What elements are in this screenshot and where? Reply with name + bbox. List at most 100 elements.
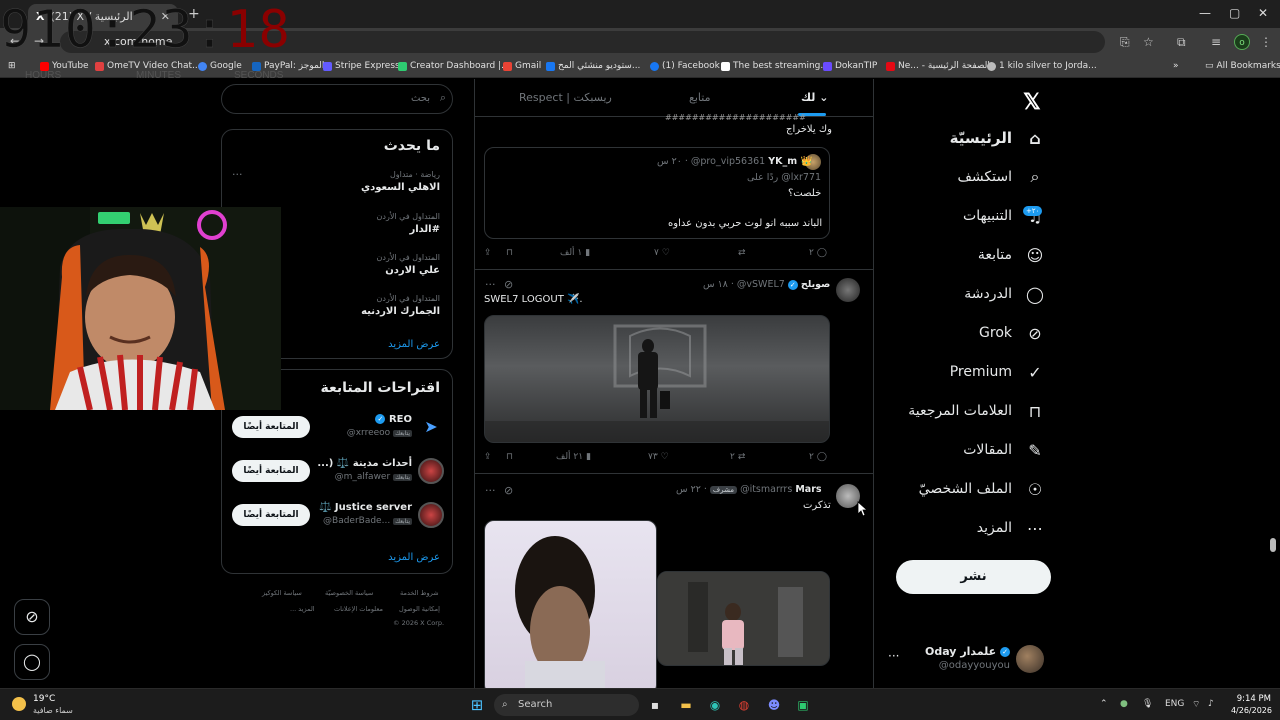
weather-description[interactable]: سماء صافية — [33, 706, 73, 715]
bookmark-studio[interactable]: ستوديو منشئي المح... — [546, 61, 640, 71]
close-window-icon[interactable]: ✕ — [1258, 6, 1268, 20]
bookmark-facebook[interactable]: (1) Facebook — [650, 61, 720, 71]
retweet-button[interactable]: ⇄ — [738, 248, 746, 258]
bookmark-gmail[interactable]: Gmail — [503, 61, 541, 71]
account-more-icon[interactable]: ··· — [888, 649, 899, 663]
follow-back-button[interactable]: المتابعة أيضًا — [232, 416, 310, 438]
discord-icon[interactable]: ☻ — [763, 694, 785, 716]
nav-home[interactable]: ⌂ الرئيسيّة — [950, 123, 1044, 153]
nav-grok[interactable]: ⊘ Grok — [979, 318, 1044, 348]
app-icon[interactable]: ▣ — [792, 694, 814, 716]
tweet2-avatar[interactable] — [836, 278, 860, 302]
grok-icon[interactable]: ⊘ — [504, 484, 513, 497]
footer-link[interactable]: معلومات الإعلانات — [334, 605, 383, 613]
task-view-icon[interactable]: ▪ — [644, 694, 666, 716]
footer-link[interactable]: شروط الخدمة — [400, 589, 439, 597]
maximize-icon[interactable]: ▢ — [1229, 6, 1240, 20]
bookmark-streaming[interactable]: The best streaming... — [721, 61, 829, 71]
tray-app-icon[interactable]: ● — [1120, 699, 1128, 709]
like-button[interactable]: ٧ ♡ — [654, 248, 670, 258]
nav-profile[interactable]: ☉ الملف الشخصيّ — [919, 474, 1044, 504]
minimize-icon[interactable]: — — [1199, 6, 1211, 20]
tweet3-more-icon[interactable]: ··· — [485, 484, 496, 497]
edge-icon[interactable]: ◉ — [704, 694, 726, 716]
wifi-icon[interactable]: ⌔ — [1192, 699, 1200, 710]
install-app-icon[interactable]: ⎘ — [1120, 35, 1130, 50]
suggestion-row[interactable]: أحداث مدينة ⚖️ (... @m_alfawer يتابعك ال… — [222, 454, 454, 494]
tweet3-image-left[interactable] — [484, 520, 657, 688]
language-indicator[interactable]: ENG — [1165, 699, 1184, 709]
trend-item[interactable]: الاهلي السعودي — [361, 182, 440, 193]
nav-follow[interactable]: ☺ متابعة — [978, 240, 1044, 270]
follow-back-button[interactable]: المتابعة أيضًا — [232, 504, 310, 526]
volume-icon[interactable]: ♪ — [1208, 699, 1214, 709]
search-input[interactable]: ⌕ بحث — [221, 84, 453, 114]
share-button[interactable]: ⇪ — [484, 452, 492, 462]
footer-link[interactable]: سياسة الخصوصيّة — [325, 589, 373, 597]
bookmark-netflix[interactable]: Ne... - الصفحة الرئيسية — [886, 61, 990, 71]
bookmark-button[interactable]: ⊓ — [506, 248, 513, 258]
bookmark-button[interactable]: ⊓ — [506, 452, 513, 462]
chat-float-button[interactable]: ◯ — [14, 644, 50, 680]
tab-respect[interactable]: Respect | ريسبكت — [519, 91, 612, 104]
suggestion-row[interactable]: Justice server ⚖️ @BaderBade... يتابعك ا… — [222, 498, 454, 538]
follow-back-button[interactable]: المتابعة أيضًا — [232, 460, 310, 482]
nav-explore[interactable]: ⌕ استكشف — [957, 162, 1044, 192]
footer-link[interactable]: سياسة الكوكيز — [262, 589, 302, 597]
weather-temperature[interactable]: 19°C — [33, 694, 55, 704]
tray-overflow-icon[interactable]: ⌃ — [1100, 699, 1108, 709]
apps-icon[interactable]: ⊞ — [8, 61, 16, 71]
footer-link[interactable]: إمكانية الوصول — [399, 605, 440, 613]
bookmark-silver[interactable]: 1 kilo silver to Jorda... — [987, 61, 1097, 71]
bookmark-creator-dashboard[interactable]: Creator Dashboard |... — [398, 61, 510, 71]
browser-menu-icon[interactable]: ⋮ — [1260, 35, 1272, 49]
extensions-icon[interactable]: ⧉ — [1177, 35, 1186, 50]
nav-chat[interactable]: ◯ الدردشة — [964, 279, 1044, 309]
media-control-icon[interactable]: ≡ — [1211, 35, 1221, 49]
grok-float-button[interactable]: ⊘ — [14, 599, 50, 635]
quoted-tweet[interactable]: ٢٠ س · @pro_vip56361 YK_m 👑 ردًا على @lx… — [484, 147, 830, 239]
post-button[interactable]: نشر — [896, 560, 1051, 594]
trends-show-more[interactable]: عرض المزيد — [388, 339, 440, 350]
bookmark-dokantip[interactable]: DokanTIP — [823, 61, 877, 71]
taskbar-search[interactable]: ⌕ Search — [494, 694, 639, 716]
all-bookmarks[interactable]: ▭ All Bookmarks — [1205, 61, 1280, 71]
start-icon[interactable]: ⊞ — [466, 694, 488, 716]
page-scrollbar[interactable] — [1270, 538, 1276, 552]
tab-for-you[interactable]: لك ⌄ — [801, 91, 828, 104]
tweet3-image-right[interactable] — [657, 571, 830, 666]
file-explorer-icon[interactable]: ▬ — [675, 694, 697, 716]
nav-bookmarks[interactable]: ⊓ العلامات المرجعية — [908, 396, 1044, 426]
nav-premium[interactable]: ✓ Premium — [950, 357, 1044, 387]
trend-item[interactable]: علي الاردن — [385, 265, 440, 276]
tweet2-image[interactable] — [484, 315, 830, 443]
tab-following[interactable]: متابع — [689, 91, 710, 104]
reply-button[interactable]: ٢ ◯ — [809, 248, 827, 258]
trend-item[interactable]: الجمارك الاردنيه — [361, 306, 440, 317]
reply-button[interactable]: ٢ ◯ — [809, 452, 827, 462]
taskbar-time[interactable]: 9:14 PM — [1233, 694, 1271, 704]
taskbar-date[interactable]: 4/26/2026 — [1222, 706, 1272, 715]
bookmark-star-icon[interactable]: ☆ — [1143, 35, 1154, 49]
grok-icon[interactable]: ⊘ — [504, 278, 513, 291]
account-switcher[interactable]: ✓ علمدار Oday @odayyouyou ··· — [886, 639, 1056, 679]
chrome-icon[interactable]: ◍ — [733, 694, 755, 716]
footer-link[interactable]: المزيد ... — [290, 605, 315, 613]
trend-more-icon[interactable]: ··· — [232, 168, 243, 181]
x-logo[interactable]: 𝕏 — [1023, 89, 1041, 115]
share-button[interactable]: ⇪ — [484, 248, 492, 258]
trend-item[interactable]: #الدار — [409, 224, 440, 235]
tweet2-more-icon[interactable]: ··· — [485, 278, 496, 291]
profile-avatar[interactable]: o — [1234, 34, 1250, 50]
nav-more[interactable]: ⋯ المزيد — [977, 513, 1044, 543]
suggestions-show-more[interactable]: عرض المزيد — [388, 552, 440, 563]
microphone-icon[interactable]: 🎙 — [1142, 699, 1153, 709]
bookmarks-overflow-icon[interactable]: » — [1173, 61, 1179, 71]
bookmark-stripe[interactable]: Stripe Express — [323, 61, 400, 71]
retweet-button[interactable]: ٢ ⇄ — [730, 452, 745, 462]
like-button[interactable]: ٧٣ ♡ — [648, 452, 669, 462]
nav-articles[interactable]: ✎ المقالات — [963, 435, 1044, 465]
views-button[interactable]: ١ ألف ▮ — [560, 248, 590, 258]
suggestion-row[interactable]: ➤ REO ✓ @xrreeoo يتابعك المتابعة أيضًا — [222, 410, 454, 450]
views-button[interactable]: ٢١ ألف ▮ — [556, 452, 591, 462]
